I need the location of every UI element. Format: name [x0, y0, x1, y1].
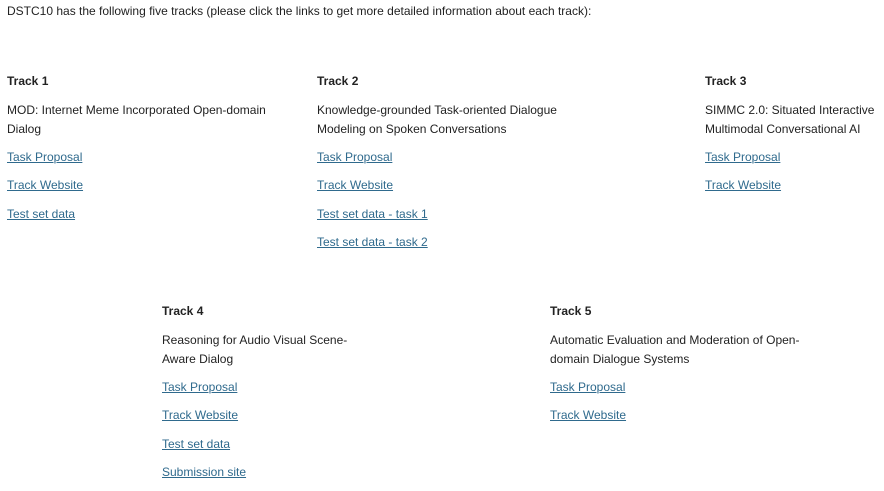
- task-proposal-link[interactable]: Task Proposal: [550, 378, 799, 397]
- track-title: Track 4: [162, 304, 204, 318]
- track-description: Knowledge-grounded Task-oriented Dialogu…: [317, 103, 557, 136]
- track-4: Track 4 Reasoning for Audio Visual Scene…: [162, 302, 347, 491]
- task-proposal-link[interactable]: Task Proposal: [162, 378, 347, 397]
- track-description: Automatic Evaluation and Moderation of O…: [550, 333, 800, 366]
- track-3: Track 3 SIMMC 2.0: Situated Interactive M…: [705, 72, 874, 205]
- submission-site-link[interactable]: Submission site: [162, 463, 347, 482]
- track-description: Reasoning for Audio Visual Scene- Aware D…: [162, 333, 348, 366]
- test-set-data-task1-link[interactable]: Test set data - task 1: [317, 205, 557, 224]
- intro-text: DSTC10 has the following five tracks (pl…: [7, 4, 592, 18]
- track-website-link[interactable]: Track Website: [7, 176, 266, 195]
- track-website-link[interactable]: Track Website: [162, 406, 347, 425]
- task-proposal-link[interactable]: Task Proposal: [7, 148, 266, 167]
- track-title: Track 2: [317, 74, 359, 88]
- track-website-link[interactable]: Track Website: [550, 406, 799, 425]
- track-website-link[interactable]: Track Website: [317, 176, 557, 195]
- track-2: Track 2 Knowledge-grounded Task-oriented…: [317, 72, 557, 261]
- track-5: Track 5 Automatic Evaluation and Moderat…: [550, 302, 799, 435]
- track-website-link[interactable]: Track Website: [705, 176, 874, 195]
- test-set-data-task2-link[interactable]: Test set data - task 2: [317, 233, 557, 252]
- track-title: Track 3: [705, 74, 747, 88]
- track-title: Track 1: [7, 74, 49, 88]
- test-set-data-link[interactable]: Test set data: [7, 205, 266, 224]
- task-proposal-link[interactable]: Task Proposal: [317, 148, 557, 167]
- track-description: MOD: Internet Meme Incorporated Open-dom…: [7, 103, 266, 136]
- test-set-data-link[interactable]: Test set data: [162, 435, 347, 454]
- track-title: Track 5: [550, 304, 592, 318]
- track-1: Track 1 MOD: Internet Meme Incorporated …: [7, 72, 266, 233]
- track-description: SIMMC 2.0: Situated Interactive Multimoda…: [705, 103, 875, 136]
- task-proposal-link[interactable]: Task Proposal: [705, 148, 874, 167]
